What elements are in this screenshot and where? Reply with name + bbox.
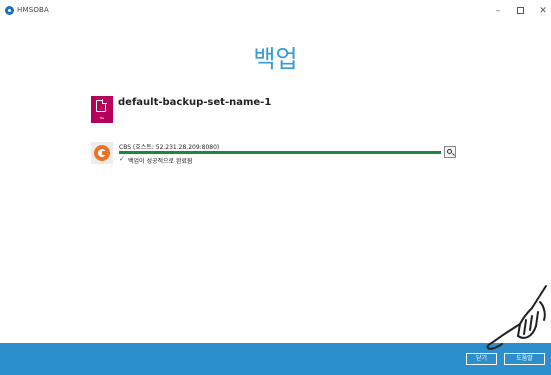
hand-pointer-icon: [486, 285, 547, 350]
backup-progress-fill: [119, 151, 441, 154]
window-title: HMSOBA: [17, 6, 50, 14]
file-icon-tag: file: [99, 116, 105, 120]
backup-progress-bar: [119, 151, 441, 154]
close-button[interactable]: 닫기: [466, 353, 497, 365]
file-icon: file: [91, 96, 113, 123]
backup-set-name: default-backup-set-name-1: [118, 97, 272, 108]
maximize-icon: [516, 7, 524, 14]
app-logo-icon: [5, 6, 14, 15]
help-button[interactable]: 도움말: [504, 353, 545, 365]
detail-button[interactable]: [444, 146, 456, 158]
minimize-button[interactable]: –: [491, 4, 505, 18]
maximize-button[interactable]: [513, 4, 527, 18]
destination-label: CBS (호스트: 52.231.28.209:8080): [119, 144, 220, 151]
page-title: 백업: [253, 45, 298, 73]
cbs-icon: [91, 142, 113, 164]
title-bar: HMSOBA – ✕: [0, 0, 551, 22]
status-message: 백업이 성공적으로 완료됨: [128, 158, 193, 165]
close-window-button[interactable]: ✕: [536, 4, 550, 18]
check-icon: ✓: [119, 155, 125, 163]
